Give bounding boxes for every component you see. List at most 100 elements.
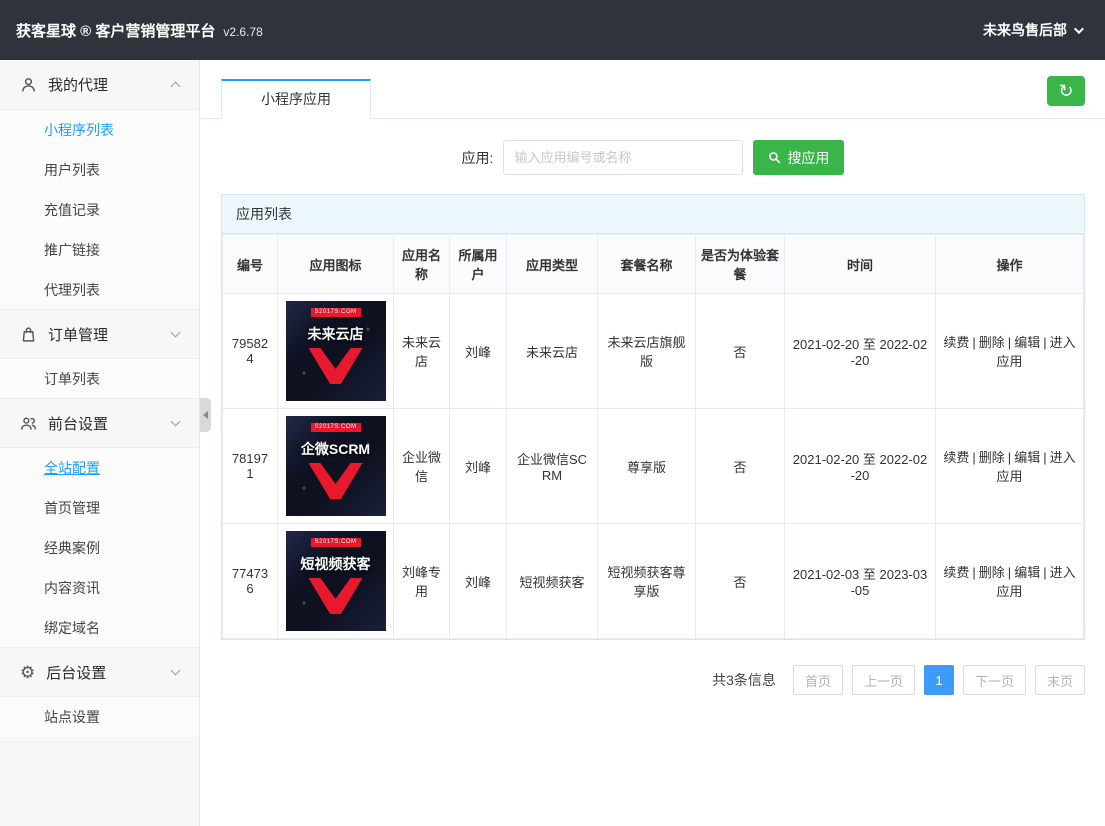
col-header-type: 应用类型 <box>507 235 598 294</box>
pagination-next-button[interactable]: 下一页 <box>963 665 1026 695</box>
app-icon-image: S2017S.COM 未来云店 <box>286 301 386 401</box>
user-icon <box>20 76 37 93</box>
cell-name: 刘峰专用 <box>394 524 450 639</box>
table-row: 795824 S2017S.COM 未来云店 未来云店 刘峰 未来云店 未来云店… <box>223 294 1084 409</box>
topbar: 获客星球 ® 客户营销管理平台 v2.6.78 未来鸟售后部 <box>0 0 1105 60</box>
cell-type: 短视频获客 <box>507 524 598 639</box>
pagination-prev-button[interactable]: 上一页 <box>852 665 915 695</box>
sidebar-group-header-my-agency[interactable]: 我的代理 <box>0 60 199 110</box>
sidebar-group-header-backend[interactable]: ⚙ 后台设置 <box>0 647 199 697</box>
cell-icon: S2017S.COM 企微SCRM <box>278 409 394 524</box>
separator: | <box>972 565 975 580</box>
refresh-button[interactable]: ↻ <box>1047 76 1085 106</box>
cell-time: 2021-02-20 至 2022-02-20 <box>785 294 936 409</box>
col-header-icon: 应用图标 <box>278 235 394 294</box>
table-header-row: 编号 应用图标 应用名称 所属用户 应用类型 套餐名称 是否为体验套餐 时间 操… <box>223 235 1084 294</box>
sidebar-item-content-news[interactable]: 内容资讯 <box>0 568 199 608</box>
table-row: 781971 S2017S.COM 企微SCRM 企业微信 刘峰 企业微信SCR… <box>223 409 1084 524</box>
action-edit[interactable]: 编辑 <box>1014 450 1040 465</box>
col-header-name: 应用名称 <box>394 235 450 294</box>
pagination-last-button[interactable]: 末页 <box>1035 665 1085 695</box>
chevron-down-icon <box>171 327 181 337</box>
panel-title: 应用列表 <box>222 195 1084 234</box>
search-button-label: 搜应用 <box>787 148 829 168</box>
sidebar-group-label: 后台设置 <box>46 662 106 683</box>
app-icon-image: S2017S.COM 企微SCRM <box>286 416 386 516</box>
separator: | <box>1008 335 1011 350</box>
separator: | <box>1043 565 1046 580</box>
sidebar-item-order-list[interactable]: 订单列表 <box>0 359 199 399</box>
col-header-actions: 操作 <box>936 235 1084 294</box>
cell-id: 781971 <box>223 409 278 524</box>
action-renew[interactable]: 续费 <box>943 450 969 465</box>
separator: | <box>1008 565 1011 580</box>
red-v-icon <box>309 578 363 614</box>
tab-bar: 小程序应用 ↻ <box>201 60 1105 119</box>
cell-name: 企业微信 <box>394 409 450 524</box>
pagination-page-1-button[interactable]: 1 <box>924 665 954 695</box>
sidebar-group-header-frontend[interactable]: 前台设置 <box>0 398 199 448</box>
sidebar-item-promo-links[interactable]: 推广链接 <box>0 230 199 270</box>
cell-actions: 续费|删除|编辑|进入应用 <box>936 524 1084 639</box>
cell-type: 企业微信SCRM <box>507 409 598 524</box>
sidebar-group-header-orders[interactable]: 订单管理 <box>0 309 199 359</box>
action-edit[interactable]: 编辑 <box>1014 335 1040 350</box>
action-delete[interactable]: 删除 <box>979 335 1005 350</box>
cell-actions: 续费|删除|编辑|进入应用 <box>936 294 1084 409</box>
pagination-first-button[interactable]: 首页 <box>793 665 843 695</box>
cell-trial: 否 <box>696 294 785 409</box>
cell-trial: 否 <box>696 524 785 639</box>
cell-name: 未来云店 <box>394 294 450 409</box>
separator: | <box>1043 335 1046 350</box>
app-title: 获客星球 ® 客户营销管理平台 <box>16 20 215 41</box>
search-app-button[interactable]: 搜应用 <box>753 140 844 175</box>
cell-package: 尊享版 <box>598 409 696 524</box>
sidebar-group-my-agency: 我的代理 小程序列表 用户列表 充值记录 推广链接 代理列表 <box>0 60 199 310</box>
app-table: 编号 应用图标 应用名称 所属用户 应用类型 套餐名称 是否为体验套餐 时间 操… <box>222 234 1084 639</box>
col-header-package: 套餐名称 <box>598 235 696 294</box>
separator: | <box>972 335 975 350</box>
action-delete[interactable]: 删除 <box>979 450 1005 465</box>
cell-owner: 刘峰 <box>450 294 507 409</box>
cell-time: 2021-02-20 至 2022-02-20 <box>785 409 936 524</box>
search-icon <box>768 151 781 164</box>
sidebar-item-recharge-records[interactable]: 充值记录 <box>0 190 199 230</box>
chevron-down-icon <box>171 665 181 675</box>
cell-id: 795824 <box>223 294 278 409</box>
sidebar-item-site-settings[interactable]: 站点设置 <box>0 697 199 737</box>
sidebar-group-label: 前台设置 <box>48 413 108 434</box>
red-v-icon <box>309 348 363 384</box>
cell-type: 未来云店 <box>507 294 598 409</box>
action-edit[interactable]: 编辑 <box>1014 565 1040 580</box>
separator: | <box>1043 450 1046 465</box>
action-renew[interactable]: 续费 <box>943 565 969 580</box>
sidebar-item-site-config[interactable]: 全站配置 <box>0 448 199 488</box>
app-search-input[interactable] <box>503 140 743 175</box>
sidebar-group-label: 我的代理 <box>48 74 108 95</box>
pagination: 共3条信息 首页 上一页 1 下一页 末页 <box>221 665 1085 695</box>
app-icon-badge: S2017S.COM <box>310 538 360 547</box>
sidebar-item-classic-cases[interactable]: 经典案例 <box>0 528 199 568</box>
sidebar-item-miniprogram-list[interactable]: 小程序列表 <box>0 110 199 150</box>
sidebar-item-bind-domain[interactable]: 绑定域名 <box>0 608 199 648</box>
sidebar-item-homepage-mgmt[interactable]: 首页管理 <box>0 488 199 528</box>
action-delete[interactable]: 删除 <box>979 565 1005 580</box>
chevron-down-icon <box>1074 24 1084 34</box>
user-menu[interactable]: 未来鸟售后部 <box>983 20 1081 40</box>
sidebar-item-agent-list[interactable]: 代理列表 <box>0 270 199 310</box>
cell-trial: 否 <box>696 409 785 524</box>
sidebar-item-user-list[interactable]: 用户列表 <box>0 150 199 190</box>
chevron-up-icon <box>171 82 181 92</box>
chevron-down-icon <box>171 416 181 426</box>
user-menu-label: 未来鸟售后部 <box>983 20 1067 40</box>
cell-icon: S2017S.COM 短视频获客 <box>278 524 394 639</box>
pagination-total: 共3条信息 <box>712 670 776 690</box>
col-header-time: 时间 <box>785 235 936 294</box>
cell-actions: 续费|删除|编辑|进入应用 <box>936 409 1084 524</box>
action-renew[interactable]: 续费 <box>943 335 969 350</box>
sidebar-collapse-handle[interactable] <box>200 398 211 432</box>
col-header-trial: 是否为体验套餐 <box>696 235 785 294</box>
app-icon-label: 企微SCRM <box>301 439 370 459</box>
tab-miniprogram-apps[interactable]: 小程序应用 <box>221 79 371 119</box>
sidebar-group-label: 订单管理 <box>48 324 108 345</box>
